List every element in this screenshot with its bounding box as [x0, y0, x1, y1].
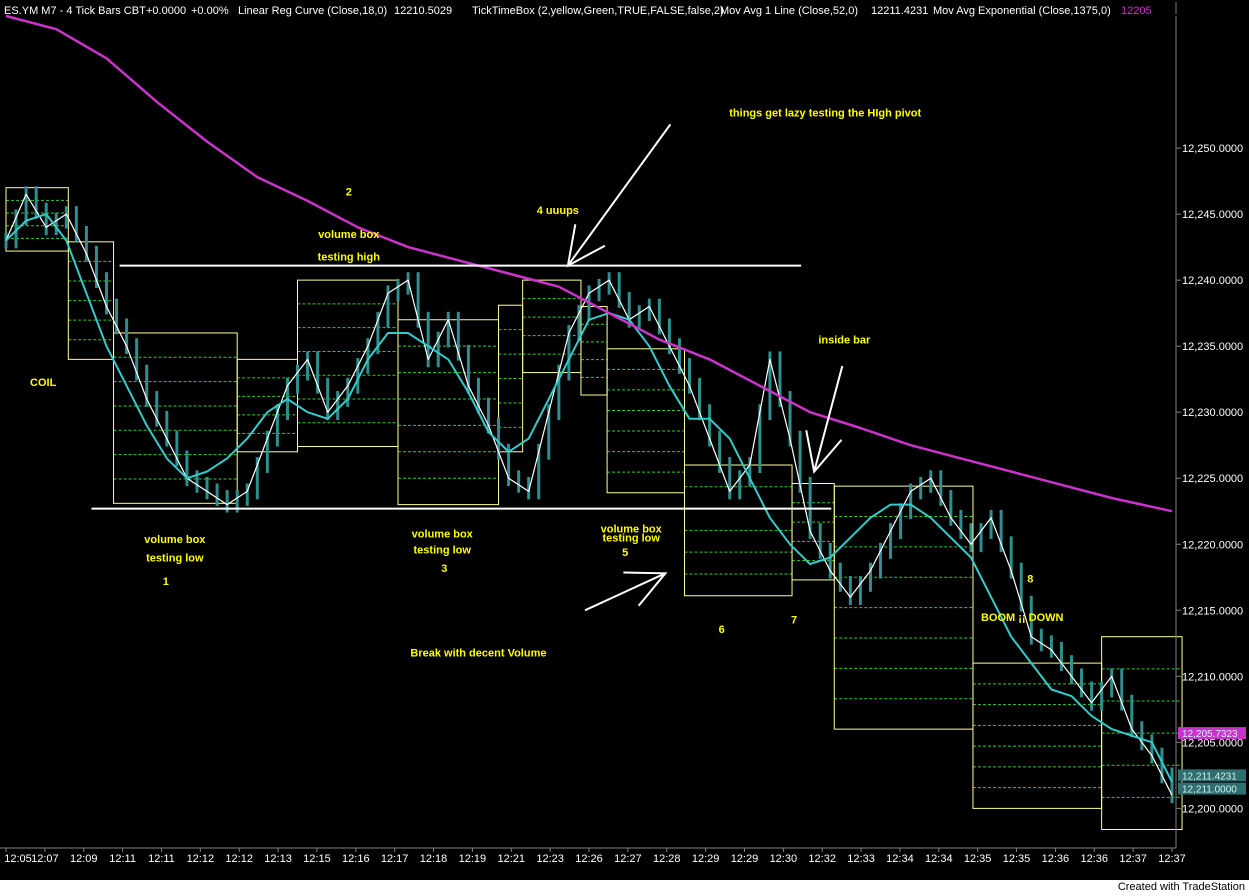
chart-annotation: volume box — [412, 529, 474, 541]
volume-box — [606, 348, 685, 494]
x-tick-label: 12:21 — [498, 853, 526, 865]
linreg-indicator-label: Linear Reg Curve (Close,18,0) — [238, 5, 387, 17]
y-axis: 12,250.0000 12,245.0000 12,240.0000 12,235.… — [1176, 143, 1243, 815]
x-tick-label: 12:34 — [925, 853, 953, 865]
change-label: +0.0000 — [146, 5, 186, 17]
footer-bar: Created with TradeStation — [0, 880, 1249, 896]
chart-annotation: 5 — [622, 547, 628, 559]
x-tick-label: 12:34 — [886, 853, 914, 865]
arrow-shaft — [567, 123, 672, 267]
ticktimebox-indicator-label: TickTimeBox (2,yellow,Green,TRUE,FALSE,f… — [472, 5, 724, 17]
x-tick-label: 12:11 — [109, 853, 136, 865]
volume-box — [580, 306, 608, 396]
y-tick-label: 12,200.0000 — [1182, 803, 1243, 815]
chart-annotation: volume box — [144, 534, 206, 546]
x-tick-label: 12:35 — [964, 853, 992, 865]
chart-annotation: testing high — [318, 251, 381, 263]
y-tick-label: 12,240.0000 — [1182, 275, 1243, 287]
x-tick-label: 12:07 — [31, 853, 59, 865]
x-tick-label: 12:29 — [692, 853, 720, 865]
x-tick-label: 12:30 — [770, 853, 798, 865]
chart-annotation: 4 uuups — [537, 205, 579, 217]
chart-annotation: testing low — [414, 545, 472, 557]
chart-annotation: Break with decent Volume — [410, 648, 546, 660]
linreg-last-value: 12,211.4231 — [1182, 771, 1237, 782]
ema-last-value: 12,205.7323 — [1182, 729, 1238, 740]
x-tick-label: 12:13 — [264, 853, 292, 865]
x-tick-label: 12:12 — [187, 853, 215, 865]
chart-annotation: 7 — [791, 615, 797, 627]
chart-annotation: 6 — [719, 624, 725, 636]
footer-credit: Created with TradeStation — [1117, 881, 1245, 893]
chart-annotation: testing low — [146, 552, 204, 564]
symbol-label: ES.YM M7 - 4 Tick Bars CBT — [4, 5, 146, 17]
close-price-line — [5, 193, 1173, 796]
y-tick-label: 12,215.0000 — [1182, 605, 1243, 617]
last-value-markers: 12,211.4231 12,211.0000 12,205.7323 — [1178, 727, 1246, 796]
ma-indicator-label: Mov Avg 1 Line (Close,52,0) — [720, 5, 858, 17]
x-tick-label: 12:26 — [575, 853, 603, 865]
x-tick-label: 12:16 — [342, 853, 370, 865]
tick-bars — [4, 186, 1174, 804]
ema-line — [5, 14, 1173, 513]
x-tick-label: 12:33 — [847, 853, 875, 865]
ema-indicator-value: 12205 — [1121, 5, 1152, 17]
x-tick-label: 12:28 — [653, 853, 681, 865]
x-tick-label: 12:29 — [731, 853, 759, 865]
y-tick-label: 12,220.0000 — [1182, 539, 1243, 551]
x-tick-label: 12:37 — [1119, 853, 1147, 865]
x-tick-label: 12:09 — [70, 853, 98, 865]
x-tick-label: 12:18 — [420, 853, 448, 865]
chart-annotation: 1 — [163, 576, 169, 588]
chart-annotation: BOOM ¡¡ DOWN — [981, 612, 1064, 624]
chart-annotation: things get lazy testing the HIgh pivot — [729, 107, 921, 119]
chart-annotation: testing low — [602, 533, 660, 545]
y-tick-label: 12,210.0000 — [1182, 671, 1243, 683]
x-tick-label: 12:23 — [536, 853, 564, 865]
price-chart[interactable]: ES.YM M7 - 4 Tick Bars CBT +0.0000 +0.00… — [0, 0, 1249, 880]
change-pct-label: +0.00% — [191, 5, 229, 17]
x-tick-label: 12:27 — [614, 853, 642, 865]
chart-annotation: 3 — [441, 563, 447, 575]
y-tick-label: 12,235.0000 — [1182, 341, 1243, 353]
y-tick-label: 12,250.0000 — [1182, 143, 1243, 155]
x-tick-label: 12:12 — [225, 853, 253, 865]
x-axis: 12:05 12:07 12:09 12:11 12:11 12:12 12:12 12:13… — [4, 848, 1186, 865]
x-tick-label: 12:15 — [303, 853, 331, 865]
x-tick-label: 12:36 — [1042, 853, 1070, 865]
x-tick-label: 12:05 — [4, 853, 32, 865]
x-tick-label: 12:19 — [459, 853, 487, 865]
chart-annotation: 8 — [1027, 574, 1033, 586]
arrow-shaft — [584, 572, 666, 612]
x-tick-label: 12:32 — [808, 853, 836, 865]
x-tick-label: 12:37 — [1158, 853, 1186, 865]
ma-last-value: 12,211.0000 — [1182, 785, 1237, 796]
y-tick-label: 12,230.0000 — [1182, 407, 1243, 419]
ma-indicator-value: 12211.4231 — [871, 5, 928, 17]
x-tick-label: 12:11 — [148, 853, 175, 865]
x-tick-label: 12:35 — [1003, 853, 1031, 865]
chart-annotation: COIL — [30, 377, 57, 389]
x-tick-label: 12:17 — [381, 853, 409, 865]
y-tick-label: 12,245.0000 — [1182, 209, 1243, 221]
y-tick-label: 12,225.0000 — [1182, 473, 1243, 485]
chart-annotation: 2 — [346, 187, 352, 199]
annotations: COIL 2 volume box testing high 4 uuups things… — [30, 107, 1063, 659]
linreg-indicator-value: 12210.5029 — [394, 5, 452, 17]
x-tick-label: 12:36 — [1081, 853, 1109, 865]
ema-indicator-label: Mov Avg Exponential (Close,1375,0) — [933, 5, 1111, 17]
chart-annotation: volume box — [318, 229, 380, 241]
chart-annotation: inside bar — [818, 335, 871, 347]
volume-box — [113, 332, 238, 504]
